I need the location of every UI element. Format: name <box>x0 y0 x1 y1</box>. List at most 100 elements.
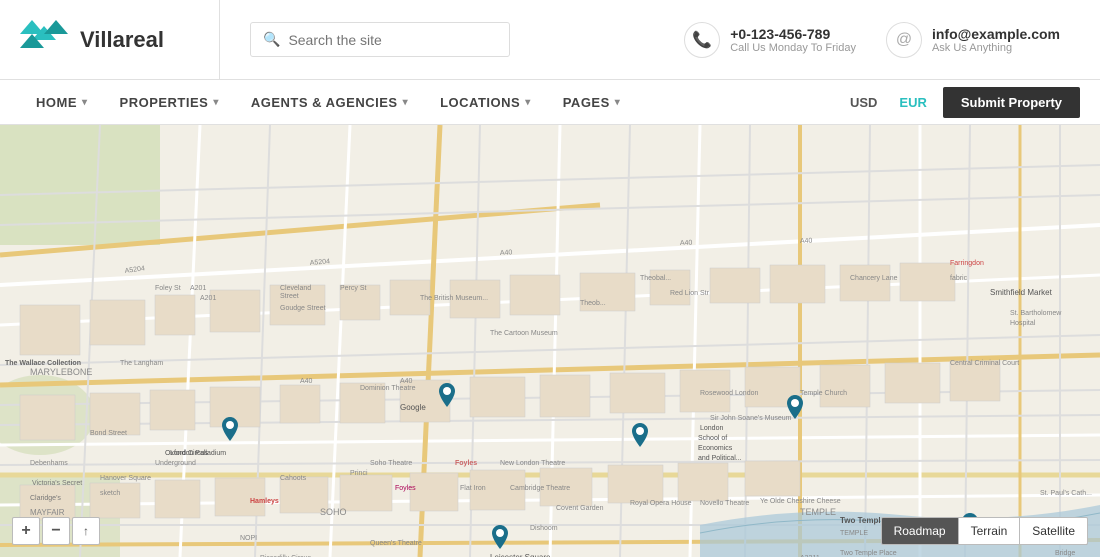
svg-text:Red Lion Str: Red Lion Str <box>670 290 710 297</box>
nav-properties-arrow: ▾ <box>213 97 219 108</box>
map-background: MARYLEBONE MAYFAIR SOHO TEMPLE The Briti… <box>0 125 1100 557</box>
svg-text:Goudge Street: Goudge Street <box>280 305 326 312</box>
svg-text:Royal Opera House: Royal Opera House <box>630 500 692 507</box>
svg-text:Victoria's Secret: Victoria's Secret <box>32 480 82 487</box>
nav-pages-arrow: ▾ <box>615 97 621 108</box>
svg-text:Rosewood London: Rosewood London <box>700 390 758 397</box>
svg-text:The Wallace Collection: The Wallace Collection <box>5 360 81 367</box>
svg-text:Bond Street: Bond Street <box>90 430 127 437</box>
navbar: HOME ▾ PROPERTIES ▾ AGENTS & AGENCIES ▾ … <box>0 80 1100 125</box>
nav-agents[interactable]: AGENTS & AGENCIES ▾ <box>235 80 424 124</box>
svg-text:Covent Garden: Covent Garden <box>556 505 604 512</box>
contact-area: 📞 +0-123-456-789 Call Us Monday To Frida… <box>664 22 1080 58</box>
svg-text:Smithfield Market: Smithfield Market <box>990 288 1053 297</box>
map-type-controls: Roadmap Terrain Satellite <box>881 517 1088 545</box>
nav-home[interactable]: HOME ▾ <box>20 80 104 124</box>
svg-text:TEMPLE: TEMPLE <box>840 530 868 537</box>
email-icon: @ <box>886 22 922 58</box>
search-area: 🔍 <box>220 22 664 57</box>
svg-text:Two Temple Place: Two Temple Place <box>840 550 897 557</box>
svg-text:MAYFAIR: MAYFAIR <box>30 508 65 517</box>
compass-button[interactable]: ↑ <box>72 517 100 545</box>
svg-text:Cahoots: Cahoots <box>280 475 307 482</box>
svg-text:A201: A201 <box>190 285 206 292</box>
svg-text:A201: A201 <box>200 295 216 302</box>
currency-usd[interactable]: USD <box>844 91 883 114</box>
svg-text:MARYLEBONE: MARYLEBONE <box>30 367 92 377</box>
phone-info: +0-123-456-789 Call Us Monday To Friday <box>730 26 856 54</box>
svg-text:London Palladium: London Palladium <box>170 450 226 457</box>
email-info: info@example.com Ask Us Anything <box>932 26 1060 54</box>
svg-text:Chancery Lane: Chancery Lane <box>850 275 898 282</box>
svg-text:London: London <box>700 425 723 432</box>
svg-text:Soho Theatre: Soho Theatre <box>370 460 412 467</box>
zoom-out-button[interactable]: − <box>42 517 70 545</box>
search-icon: 🔍 <box>263 31 280 48</box>
svg-text:St. Paul's Cath...: St. Paul's Cath... <box>1040 490 1092 497</box>
svg-text:TEMPLE: TEMPLE <box>800 507 836 517</box>
svg-text:Dominion Theatre: Dominion Theatre <box>360 385 416 392</box>
map-pin-2[interactable] <box>435 383 459 413</box>
svg-text:Bridge: Bridge <box>1055 550 1075 557</box>
svg-text:Debenhams: Debenhams <box>30 460 68 467</box>
email-address: info@example.com <box>932 26 1060 42</box>
currency-eur[interactable]: EUR <box>893 91 932 114</box>
svg-text:sketch: sketch <box>100 490 120 497</box>
nav-pages[interactable]: PAGES ▾ <box>547 80 637 124</box>
zoom-in-button[interactable]: + <box>12 517 40 545</box>
svg-text:Economics: Economics <box>698 445 733 452</box>
phone-number: +0-123-456-789 <box>730 26 856 42</box>
phone-contact: 📞 +0-123-456-789 Call Us Monday To Frida… <box>684 22 856 58</box>
svg-text:Novello Theatre: Novello Theatre <box>700 500 749 507</box>
svg-text:Theobal...: Theobal... <box>640 275 671 282</box>
svg-text:Foley St: Foley St <box>155 285 181 292</box>
svg-text:St. Bartholomew: St. Bartholomew <box>1010 310 1062 317</box>
map-pin-3[interactable] <box>488 525 512 555</box>
header: Villareal 🔍 📞 +0-123-456-789 Call Us Mon… <box>0 0 1100 80</box>
svg-text:Claridge's: Claridge's <box>30 495 61 502</box>
svg-text:Central Criminal Court: Central Criminal Court <box>950 360 1019 367</box>
nav-right: USD EUR Submit Property <box>844 87 1080 118</box>
terrain-button[interactable]: Terrain <box>959 518 1021 544</box>
svg-text:Temple Church: Temple Church <box>800 390 847 397</box>
svg-text:A40: A40 <box>400 378 413 385</box>
map-pin-1[interactable] <box>218 417 242 447</box>
svg-text:The Cartoon Museum: The Cartoon Museum <box>490 330 558 337</box>
svg-text:School of: School of <box>698 435 727 442</box>
svg-text:The British Museum...: The British Museum... <box>420 295 488 302</box>
nav-items: HOME ▾ PROPERTIES ▾ AGENTS & AGENCIES ▾ … <box>20 80 844 124</box>
svg-text:Cambridge Theatre: Cambridge Theatre <box>510 485 570 492</box>
svg-text:Princi: Princi <box>350 470 368 477</box>
map-pin-4[interactable] <box>628 423 652 453</box>
search-box[interactable]: 🔍 <box>250 22 510 57</box>
svg-text:Dishoom: Dishoom <box>530 525 558 532</box>
submit-property-button[interactable]: Submit Property <box>943 87 1080 118</box>
logo-text: Villareal <box>80 27 164 53</box>
map-pin-5[interactable] <box>783 395 807 425</box>
email-contact: @ info@example.com Ask Us Anything <box>886 22 1060 58</box>
logo-area: Villareal <box>20 0 220 79</box>
svg-text:Flat Iron: Flat Iron <box>460 485 486 492</box>
svg-text:Theob...: Theob... <box>580 300 606 307</box>
svg-text:Foyles: Foyles <box>455 460 477 467</box>
nav-locations-arrow: ▾ <box>525 97 531 108</box>
svg-text:Hospital: Hospital <box>1010 320 1036 327</box>
svg-text:NOPI: NOPI <box>240 535 257 542</box>
search-input[interactable] <box>288 32 488 48</box>
nav-locations[interactable]: LOCATIONS ▾ <box>424 80 547 124</box>
nav-properties[interactable]: PROPERTIES ▾ <box>104 80 235 124</box>
svg-text:Farringdon: Farringdon <box>950 260 984 267</box>
svg-text:Percy St: Percy St <box>340 285 367 292</box>
logo-icon <box>20 20 68 60</box>
svg-text:SOHO: SOHO <box>320 507 347 517</box>
phone-sub: Call Us Monday To Friday <box>730 42 856 54</box>
svg-text:The Langham: The Langham <box>120 360 163 367</box>
map-controls: + − ↑ <box>12 517 100 545</box>
roadmap-button[interactable]: Roadmap <box>882 518 959 544</box>
satellite-button[interactable]: Satellite <box>1020 518 1087 544</box>
nav-agents-arrow: ▾ <box>403 97 409 108</box>
svg-text:and Political...: and Political... <box>698 455 742 462</box>
svg-text:Underground: Underground <box>155 460 196 467</box>
svg-text:A40: A40 <box>500 249 513 257</box>
svg-text:Street: Street <box>280 293 299 300</box>
